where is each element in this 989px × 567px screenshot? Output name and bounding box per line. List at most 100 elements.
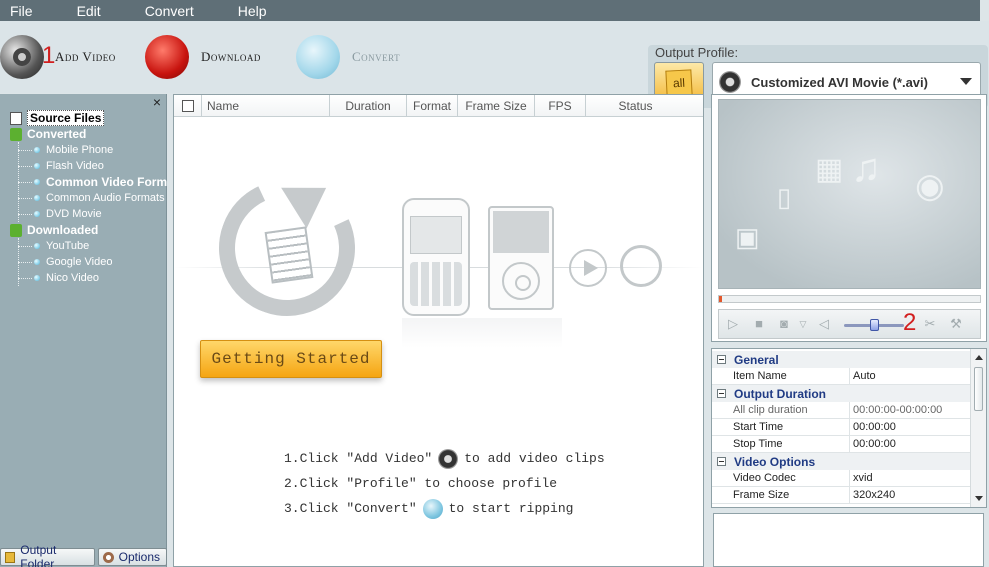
getting-started-button[interactable]: Getting Started [200,340,382,378]
instruction-step-3: 3.Click "Convert" to start ripping [284,496,694,521]
section-output-duration[interactable]: Output Duration [712,385,970,402]
property-value[interactable]: 00:00:00 [850,419,970,435]
column-format[interactable]: Format [407,94,458,117]
tree-item-mobile-phone[interactable]: Mobile Phone [0,142,167,158]
film-reel-icon [438,448,459,469]
tree-item-nico-video[interactable]: Nico Video [0,270,167,286]
select-all-checkbox[interactable] [181,99,194,112]
property-row: Item Name Auto [712,368,970,385]
music-note-icon: ♫ [851,146,881,190]
play-icon[interactable]: ▷ [726,317,740,331]
wrench-icon[interactable]: ⚒ [949,317,963,331]
property-value[interactable]: 320x240 [850,487,970,503]
play-icon [569,249,607,287]
volume-icon[interactable]: ◁ [817,317,831,331]
collapse-icon[interactable] [717,355,726,364]
bullet-icon [34,211,40,217]
property-key: All clip duration [712,402,850,418]
tree-item-dvd-movie[interactable]: DVD Movie [0,206,167,222]
select-all-column [174,94,202,117]
bullet-icon [34,243,40,249]
tree-label: Nico Video [46,272,99,284]
collapse-icon[interactable] [717,457,726,466]
download-button[interactable]: Download [145,34,261,80]
downloaded-folder-icon [10,223,22,237]
menu-help[interactable]: Help [228,3,277,19]
tree-downloaded[interactable]: Downloaded [0,222,167,238]
profile-selected-value: Customized AVI Movie (*.avi) [751,74,928,90]
property-value[interactable]: Auto [850,368,970,384]
scroll-up-icon[interactable] [975,355,983,360]
instruction-step-1: 1.Click "Add Video" to add video clips [284,446,694,471]
column-frame-size[interactable]: Frame Size [458,94,535,117]
gear-icon [102,551,114,563]
menu-edit[interactable]: Edit [67,3,111,19]
property-value[interactable]: xvid [850,470,970,486]
preview-progress-bar[interactable] [718,295,981,303]
output-folder-button[interactable]: Output Folder [0,543,95,567]
snapshot-icon[interactable]: ◙ [777,317,791,331]
tree-item-google-video[interactable]: Google Video [0,254,167,270]
all-profiles-icon: all [665,69,693,97]
volume-slider[interactable] [844,319,904,331]
column-fps[interactable]: FPS [535,94,586,117]
tree-converted[interactable]: Converted [0,126,167,142]
options-button[interactable]: Options [97,548,167,566]
phone-glyph-icon: ▯ [777,182,792,212]
stop-icon[interactable]: ■ [752,317,766,331]
convert-button[interactable]: Convert [296,34,400,80]
ipod-glyph-icon: ▣ [735,222,760,252]
chevron-down-icon[interactable]: ▽ [796,317,810,331]
menu-file[interactable]: File [0,3,43,19]
instruction-text: 3.Click "Convert" [284,501,417,516]
tree-item-common-video[interactable]: Common Video Form [0,174,167,190]
source-tree: Source Files Converted Mobile Phone Flas… [0,110,167,286]
section-general[interactable]: General [712,351,970,368]
scissors-icon[interactable]: ✂ [923,317,937,331]
collapse-icon[interactable] [717,389,726,398]
film-reel-icon [719,71,741,93]
properties-table: General Item Name Auto Output Duration A… [712,351,970,504]
tree-label: DVD Movie [46,208,102,220]
tree-source-files[interactable]: Source Files [0,110,167,126]
device-reflection [402,318,562,348]
tree-item-common-audio[interactable]: Common Audio Formats [0,190,167,206]
scrollbar-thumb[interactable] [974,367,983,411]
column-status[interactable]: Status [586,95,685,117]
film-strip-icon [264,226,314,284]
column-name[interactable]: Name [202,94,330,117]
chevron-down-icon[interactable] [960,78,972,85]
column-duration[interactable]: Duration [330,94,407,117]
menu-bar: File Edit Convert Help [0,0,980,21]
section-title: General [734,352,779,367]
film-reel-icon [0,35,44,79]
convert-icon [422,498,443,519]
bullet-icon [34,163,40,169]
folder-icon [5,551,16,563]
source-tree-panel: × Source Files Converted Mobile Phone Fl… [0,94,167,567]
menu-convert[interactable]: Convert [135,3,204,19]
close-icon[interactable]: × [153,94,161,110]
convert-label: Convert [352,49,401,64]
bullet-icon [34,259,40,265]
property-key: Stop Time [712,436,850,452]
property-value: 00:00:00-00:00:00 [853,404,943,416]
tree-item-flash-video[interactable]: Flash Video [0,158,167,174]
property-value[interactable]: 00:00:00 [850,436,970,452]
download-icon [145,35,189,79]
options-label: Options [118,550,160,564]
tree-label: Common Video Form [46,175,167,189]
section-video-options[interactable]: Video Options [712,453,970,470]
tree-item-youtube[interactable]: YouTube [0,238,167,254]
tree-label: Common Audio Formats [46,192,165,204]
tree-label: Google Video [46,256,113,268]
property-key: Frame Size [712,487,850,503]
scroll-down-icon[interactable] [975,496,983,501]
preview-progress-fill [719,296,722,302]
preview-controls: ▷ ■ ◙ ▽ ◁ 2 ✂ ⚒ [718,309,981,339]
property-row: Video Codec xvid [712,470,970,487]
section-title: Video Options [734,454,816,469]
add-video-button[interactable]: 1 Add Video [0,34,116,80]
properties-scrollbar[interactable] [970,349,986,507]
volume-slider-handle[interactable] [870,319,879,331]
